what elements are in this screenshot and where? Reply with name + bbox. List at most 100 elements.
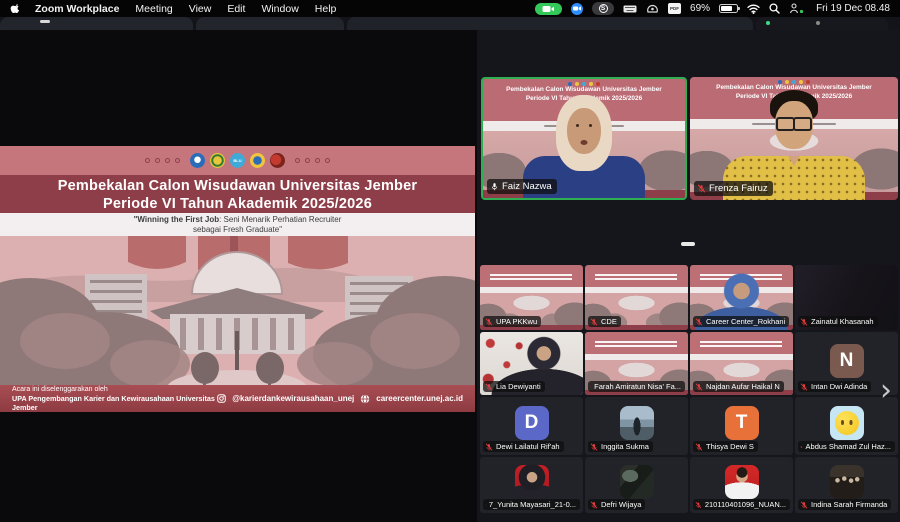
participant-tile[interactable]: Zainatul Khasanah	[795, 265, 898, 330]
menu-bar-status-area: S PDF 69% Fri 19 Dec 08.48	[535, 2, 890, 15]
participant-name: 210110401096_NUAN...	[705, 500, 786, 509]
avatar: T	[725, 406, 759, 440]
muted-mic-icon	[485, 318, 493, 326]
avatar: D	[515, 406, 549, 440]
participant-tile[interactable]: Inggita Sukma	[585, 397, 688, 455]
avatar	[515, 465, 549, 499]
participant-tile[interactable]: T Thisya Dewi S	[690, 397, 793, 455]
globe-icon	[360, 394, 370, 404]
zoom-app-icon[interactable]	[571, 3, 583, 15]
avatar	[725, 465, 759, 499]
participant-name: Indina Sarah Firmanda	[811, 500, 887, 509]
participant-name-label: Indina Sarah Firmanda	[798, 499, 891, 510]
menu-window[interactable]: Window	[261, 3, 298, 15]
user-switch-icon[interactable]	[789, 3, 805, 14]
muted-mic-icon	[800, 383, 808, 391]
participant-name: Dewi Lailatul Rif'ah	[496, 442, 560, 451]
keyboard-icon[interactable]	[623, 4, 637, 14]
background-window[interactable]	[756, 17, 888, 30]
background-window[interactable]	[196, 17, 344, 30]
participant-name: Abdus Shamad Zul Haz...	[806, 442, 891, 451]
website-url: careercenter.unej.ac.id	[376, 394, 463, 403]
participant-tile[interactable]: Najdan Aufar Haikal N	[690, 332, 793, 395]
participant-tile[interactable]: Career Center_Rokhani	[690, 265, 793, 330]
participant-tile[interactable]: Farah Amiratun Nisa' Fa...	[585, 332, 688, 395]
participant-name: Najdan Aufar Haikal N	[706, 382, 780, 391]
video-panel: Pembekalan Calon Wisudawan Universitas J…	[477, 30, 900, 522]
participant-tile[interactable]: Lia Dewiyanti	[480, 332, 583, 395]
decorative-dots	[145, 158, 180, 163]
participant-name: Zainatul Khasanah	[811, 317, 874, 326]
s-app-icon[interactable]: S	[592, 2, 614, 15]
slide-title: Pembekalan Calon Wisudawan Universitas J…	[0, 175, 475, 213]
window-dot-icon	[766, 21, 770, 25]
mic-icon	[490, 182, 499, 191]
next-page-button[interactable]: ›	[876, 370, 896, 414]
menu-help[interactable]: Help	[315, 3, 337, 15]
participant-tile[interactable]: Pembekalan Calon Wisudawan Universitas J…	[690, 77, 898, 200]
universitas-jember-logo	[210, 153, 225, 168]
assistant-icon[interactable]	[646, 3, 659, 14]
participant-name-label: Intan Dwi Adinda	[798, 381, 871, 392]
participant-tile[interactable]: Pembekalan Calon Wisudawan Universitas J…	[481, 77, 687, 200]
participant-name: Faiz Nazwa	[502, 181, 552, 192]
participant-tile[interactable]: D Dewi Lailatul Rif'ah	[480, 397, 583, 455]
wifi-icon[interactable]	[747, 4, 760, 14]
participant-tile[interactable]: 7_Yunita Mayasari_21-0...	[480, 457, 583, 513]
participant-name: Inggita Sukma	[601, 442, 649, 451]
participant-tile[interactable]: CDE	[585, 265, 688, 330]
participant-name: 7_Yunita Mayasari_21-0...	[489, 500, 576, 509]
blu-logo: BLU	[230, 153, 245, 168]
glasses	[774, 117, 814, 127]
instagram-handle: @karierdankewirausahaan_unej	[232, 394, 354, 403]
participant-name-label: Farah Amiratun Nisa' Fa...	[588, 381, 685, 392]
participant-name-label: Dewi Lailatul Rif'ah	[483, 441, 564, 452]
background-window[interactable]	[0, 17, 193, 30]
instagram-icon	[217, 394, 226, 403]
decorative-dots	[295, 158, 330, 163]
participant-name-label: UPA PKKwu	[483, 316, 541, 327]
participant-tile[interactable]: UPA PKKwu	[480, 265, 583, 330]
muted-mic-icon	[485, 443, 493, 451]
participant-name-label: 210110401096_NUAN...	[693, 499, 790, 510]
app-menu-title[interactable]: Zoom Workplace	[35, 3, 119, 15]
slide-header: BLU	[0, 146, 475, 175]
battery-icon[interactable]	[719, 4, 738, 13]
participant-tile[interactable]: Indina Sarah Firmanda	[795, 457, 898, 513]
participant-name-label: Zainatul Khasanah	[798, 316, 878, 327]
pdf-app-icon[interactable]: PDF	[668, 3, 681, 14]
participant-tile[interactable]: 210110401096_NUAN...	[690, 457, 793, 513]
search-icon[interactable]	[769, 3, 780, 14]
presentation-slide: BLU Pembekalan Calon Wisudawan Universit…	[0, 146, 475, 412]
background-window[interactable]	[347, 17, 753, 30]
slide-logos: BLU	[190, 153, 285, 168]
muted-mic-icon	[590, 501, 598, 509]
avatar	[620, 465, 654, 499]
apple-menu-icon[interactable]	[10, 3, 21, 14]
slide-title-line1: Pembekalan Calon Wisudawan Universitas J…	[0, 177, 475, 195]
participant-name: Career Center_Rokhani	[706, 317, 785, 326]
participant-name-label: Najdan Aufar Haikal N	[693, 381, 784, 392]
menu-edit[interactable]: Edit	[227, 3, 245, 15]
background-tab[interactable]	[40, 20, 50, 23]
round-gold-logo	[250, 153, 265, 168]
screen-record-camera-icon[interactable]	[535, 3, 562, 15]
participant-tile[interactable]: Defri Wijaya	[585, 457, 688, 513]
menu-view[interactable]: View	[189, 3, 212, 15]
participant-name-label: Lia Dewiyanti	[483, 381, 545, 392]
muted-mic-icon	[800, 443, 803, 451]
slide-subtitle: "Winning the First Job: Seni Menarik Per…	[0, 213, 475, 236]
participant-name: Farah Amiratun Nisa' Fa...	[594, 382, 681, 391]
ministry-education-logo	[190, 153, 205, 168]
menu-bar-clock[interactable]: Fri 19 Dec 08.48	[816, 3, 890, 14]
muted-mic-icon	[695, 501, 702, 509]
muted-mic-icon	[697, 184, 706, 193]
participant-grid: UPA PKKwu CDE Career Center_Rokhani Zain…	[480, 265, 898, 513]
menu-meeting[interactable]: Meeting	[135, 3, 172, 15]
menu-bar: Zoom Workplace Meeting View Edit Window …	[0, 0, 900, 17]
avatar	[620, 406, 654, 440]
gallery-resize-handle[interactable]	[681, 242, 695, 246]
participant-name-label: CDE	[588, 316, 621, 327]
campus-photo	[0, 236, 475, 385]
muted-mic-icon	[695, 318, 703, 326]
